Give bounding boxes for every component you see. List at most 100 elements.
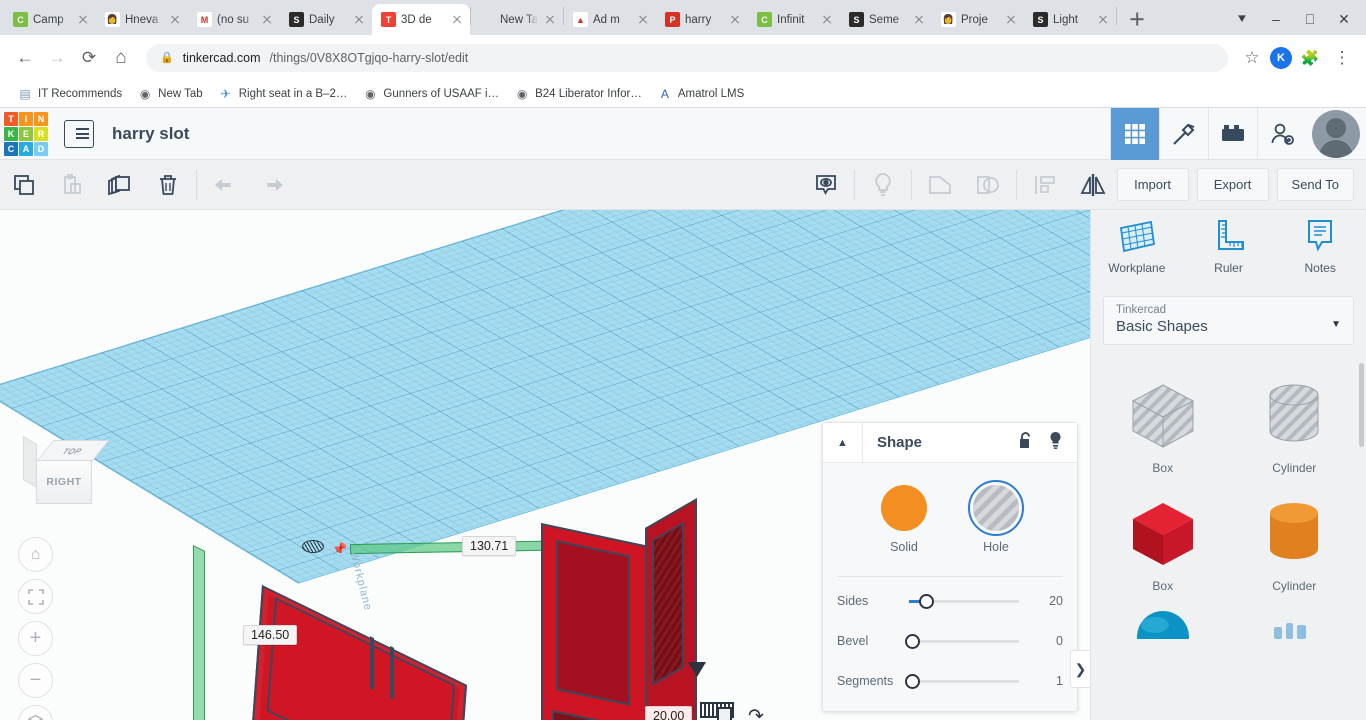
bookmark-star-icon[interactable]: ☆ (1238, 44, 1266, 72)
view-cube[interactable]: TOP RIGHT (22, 435, 110, 512)
slider-bevel[interactable]: Bevel 0 (823, 621, 1077, 661)
scale-handle[interactable] (717, 707, 732, 720)
tab-close-icon[interactable] (543, 13, 557, 27)
view-cube-front-face[interactable]: RIGHT (36, 460, 92, 504)
tinkercad-logo[interactable]: TIN KER CAD (4, 111, 48, 156)
paste-button[interactable] (48, 160, 96, 210)
back-button[interactable]: ← (10, 43, 40, 73)
home-view-button[interactable]: ⌂ (18, 537, 53, 572)
zoom-in-button[interactable]: + (18, 621, 53, 656)
import-button[interactable]: Import (1116, 168, 1189, 201)
slider-track-segments[interactable] (905, 673, 1019, 689)
blocks-brick-icon[interactable] (1208, 107, 1257, 160)
slider-segments[interactable]: Segments 1 (823, 661, 1077, 701)
pin-icon[interactable]: 📌 (332, 542, 347, 556)
slider-track-sides[interactable] (909, 593, 1019, 609)
shape-item-box-solid[interactable]: Box (1097, 481, 1229, 599)
sidebar-item-workplane[interactable]: Workplane (1091, 218, 1183, 288)
window-minimize-button[interactable]: – (1268, 11, 1284, 27)
bulb-icon[interactable] (1048, 431, 1063, 455)
extensions-icon[interactable]: 🧩 (1296, 44, 1324, 72)
design-grid-icon[interactable] (1110, 107, 1159, 160)
dimension-depth[interactable]: 146.50 (243, 625, 298, 645)
browser-tab-3[interactable]: S Daily (280, 4, 372, 35)
browser-tab-4[interactable]: T 3D de (372, 4, 470, 35)
bookmark-item-5[interactable]: A Amatrol LMS (650, 84, 752, 104)
unlock-icon[interactable] (1017, 431, 1034, 455)
tab-close-icon[interactable] (260, 13, 274, 27)
tab-close-icon[interactable] (1096, 13, 1110, 27)
browser-tab-10[interactable]: 👩 Proje (932, 4, 1024, 35)
hole-color-swatch[interactable] (968, 480, 1024, 536)
tab-close-icon[interactable] (728, 13, 742, 27)
bookmark-item-1[interactable]: ◉ New Tab (130, 84, 211, 104)
show-hide-eye-icon[interactable] (802, 160, 850, 210)
fit-all-button[interactable] (18, 579, 53, 614)
browser-tab-5[interactable]: New Tab (471, 4, 563, 35)
tab-close-icon[interactable] (450, 13, 464, 27)
shape-item-cylinder-hole[interactable]: Cylinder (1229, 363, 1361, 481)
ungroup-button[interactable] (964, 160, 1012, 210)
shape-library-select[interactable]: Tinkercad Basic Shapes ▼ (1103, 296, 1354, 345)
shape-library-scrollbar[interactable] (1359, 363, 1364, 447)
shape-item-cylinder-solid[interactable]: Cylinder (1229, 481, 1361, 599)
zoom-out-button[interactable]: − (18, 663, 53, 698)
undo-button[interactable] (201, 160, 249, 210)
bookmark-item-0[interactable]: ▤ IT Recommends (10, 84, 130, 104)
browser-tab-11[interactable]: S Light (1024, 4, 1116, 35)
browser-tab-7[interactable]: Pharry (656, 4, 748, 35)
shape-item-sphere-solid[interactable] (1097, 599, 1229, 663)
3d-canvas[interactable]: Workplane ↷ 📌 130.71 146.50 20.00 3.00 3… (0, 210, 1090, 720)
workplane-marker-icon[interactable] (302, 540, 324, 553)
reload-button[interactable]: ⟳ (74, 43, 104, 73)
shape-item-box-hole[interactable]: Box (1097, 363, 1229, 481)
tab-close-icon[interactable] (1004, 13, 1018, 27)
redo-button[interactable] (249, 160, 297, 210)
view-cube-side-face[interactable] (23, 435, 37, 488)
export-button[interactable]: Export (1196, 168, 1269, 201)
sidebar-collapse-tab[interactable]: ❯ (1070, 650, 1090, 688)
browser-tab-1[interactable]: 👩 Hneva (96, 4, 188, 35)
solid-color-swatch[interactable] (881, 485, 927, 531)
dimension-width[interactable]: 130.71 (462, 536, 517, 556)
browser-tab-8[interactable]: C Infinit (748, 4, 840, 35)
browser-tab-0[interactable]: C Camp (4, 4, 96, 35)
browser-tab-2[interactable]: M (no su (188, 4, 280, 35)
profile-avatar[interactable]: K (1270, 46, 1292, 69)
view-cube-top-face[interactable]: TOP (36, 440, 110, 462)
move-arrow-handle[interactable] (688, 662, 706, 677)
tab-close-icon[interactable] (912, 13, 926, 27)
tab-close-icon[interactable] (168, 13, 182, 27)
codeblocks-hammer-icon[interactable] (1159, 107, 1208, 160)
dimension-height[interactable]: 20.00 (645, 706, 693, 720)
tab-close-icon[interactable] (636, 13, 650, 27)
hole-swatch-option[interactable]: Hole (968, 480, 1024, 554)
slider-knob-sides[interactable] (919, 593, 935, 609)
align-button[interactable] (1021, 160, 1069, 210)
slider-track-bevel[interactable] (905, 633, 1019, 649)
mirror-button[interactable] (1069, 160, 1117, 210)
shape-library-grid[interactable]: Box Cylinder Box Cylinder (1091, 355, 1366, 720)
group-button[interactable] (916, 160, 964, 210)
new-tab-button[interactable] (1123, 5, 1151, 33)
browser-update-icon[interactable]: ⯆ (1234, 11, 1250, 27)
window-maximize-button[interactable]: ⎕ (1302, 11, 1318, 27)
browser-tab-9[interactable]: S Seme (840, 4, 932, 35)
browser-menu-icon[interactable]: ⋮ (1328, 44, 1356, 72)
shape-panel-collapse-icon[interactable]: ▲ (823, 422, 863, 463)
rotate-handle-icon[interactable]: ↷ (748, 705, 764, 720)
tab-close-icon[interactable] (76, 13, 90, 27)
duplicate-button[interactable] (96, 160, 144, 210)
solid-swatch-option[interactable]: Solid (881, 485, 927, 554)
window-close-button[interactable]: ✕ (1336, 11, 1352, 27)
slider-sides[interactable]: Sides 20 (823, 581, 1077, 621)
tab-close-icon[interactable] (820, 13, 834, 27)
sidebar-item-ruler[interactable]: Ruler (1183, 218, 1275, 288)
light-bulb-icon[interactable] (859, 160, 907, 210)
user-avatar[interactable] (1312, 109, 1360, 158)
delete-button[interactable] (144, 160, 192, 210)
project-menu-icon[interactable] (64, 119, 94, 148)
bookmark-item-2[interactable]: ✈ Right seat in a B–2… (211, 84, 356, 104)
slider-knob-bevel[interactable] (905, 633, 920, 649)
ortho-perspective-button[interactable] (18, 705, 53, 720)
